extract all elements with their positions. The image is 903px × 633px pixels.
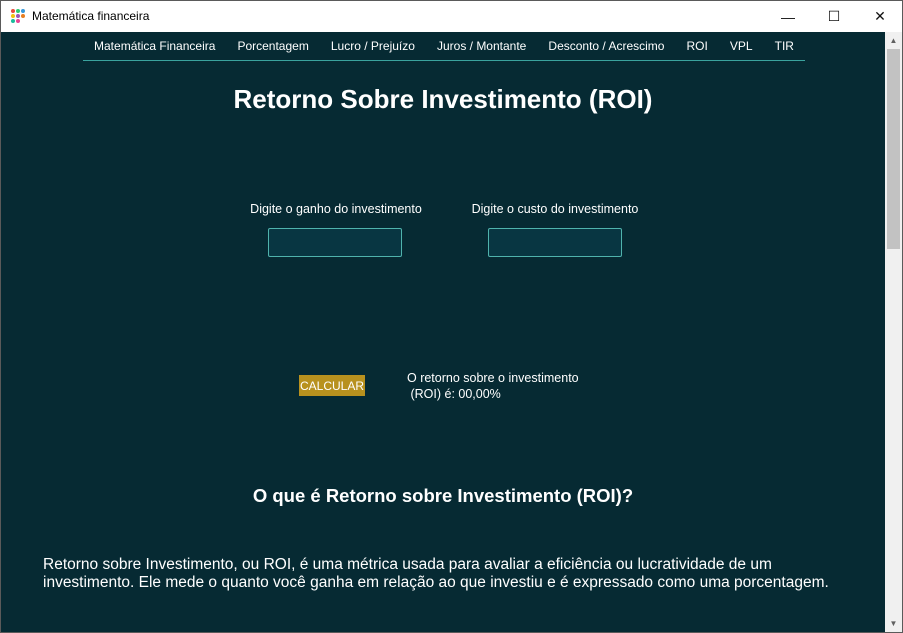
calculate-button[interactable]: CALCULAR: [299, 375, 365, 396]
app-window: Matemática financeira — ☐ ✕ Matemática F…: [0, 0, 903, 633]
window-title: Matemática financeira: [32, 9, 150, 23]
nav-item-juros-montante[interactable]: Juros / Montante: [437, 39, 526, 53]
title-bar[interactable]: Matemática financeira — ☐ ✕: [1, 1, 902, 32]
scroll-down-icon[interactable]: ▼: [885, 615, 902, 632]
nav-item-vpl[interactable]: VPL: [730, 39, 753, 53]
nav-item-lucro-prejuizo[interactable]: Lucro / Prejuízo: [331, 39, 415, 53]
nav-item-matematica-financeira[interactable]: Matemática Financeira: [94, 39, 215, 53]
page-title: Retorno Sobre Investimento (ROI): [233, 84, 653, 114]
cost-label: Digite o custo do investimento: [471, 202, 639, 216]
main-content: Matemática Financeira Porcentagem Lucro …: [1, 32, 885, 632]
section-title: O que é Retorno sobre Investimento (ROI)…: [252, 485, 634, 506]
close-button[interactable]: ✕: [857, 1, 902, 32]
app-grid-icon: [11, 9, 26, 24]
nav-item-tir[interactable]: TIR: [775, 39, 794, 53]
nav-item-desconto-acrescimo[interactable]: Desconto / Acrescimo: [548, 39, 664, 53]
gain-label: Digite o ganho do investimento: [250, 202, 422, 216]
gain-input[interactable]: [268, 228, 402, 257]
top-nav: Matemática Financeira Porcentagem Lucro …: [83, 32, 805, 61]
cost-input[interactable]: [488, 228, 622, 257]
nav-item-roi[interactable]: ROI: [687, 39, 708, 53]
result-line-1: O retorno sobre o investimento: [407, 371, 579, 385]
nav-item-porcentagem[interactable]: Porcentagem: [237, 39, 308, 53]
scrollbar-thumb[interactable]: [887, 49, 900, 249]
result-line-2: (ROI) é: 00,00%: [407, 387, 501, 401]
vertical-scrollbar[interactable]: ▲ ▼: [885, 32, 902, 632]
result-text: O retorno sobre o investimento (ROI) é: …: [407, 370, 579, 402]
roi-description: Retorno sobre Investimento, ou ROI, é um…: [43, 556, 829, 591]
maximize-button[interactable]: ☐: [811, 1, 857, 32]
minimize-button[interactable]: —: [765, 1, 811, 32]
scroll-up-icon[interactable]: ▲: [885, 32, 902, 49]
